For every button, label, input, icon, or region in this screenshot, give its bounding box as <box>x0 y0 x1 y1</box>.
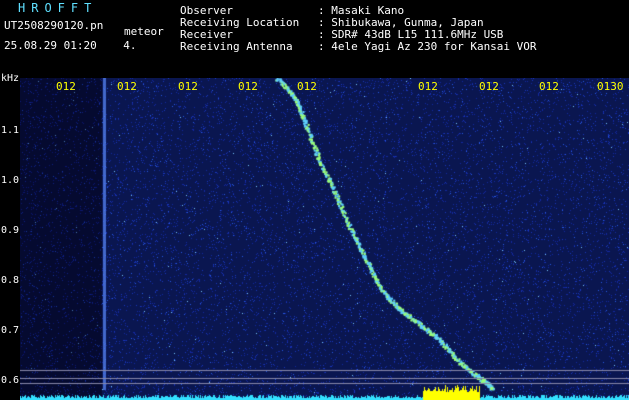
file-datetime: 25.08.29 01:20 4. <box>4 40 136 52</box>
x-tick-2: 012 <box>117 80 137 93</box>
x-tick-5: 012 <box>418 80 438 93</box>
datetime-text: 25.08.29 01:20 <box>4 39 97 52</box>
x-tick-3: 012 <box>238 80 258 93</box>
file-name: UT2508290120.pn <box>4 19 104 32</box>
file-index: 4. <box>123 39 137 52</box>
y-tick-1-1: 1.1 <box>1 125 20 136</box>
x-tick-9: 0130 <box>597 80 624 93</box>
file-type: meteor <box>124 25 164 38</box>
hroft-logo: HROFFT <box>18 1 98 15</box>
x-tick-4: 012 <box>297 80 317 93</box>
y-axis-unit: kHz <box>1 73 20 84</box>
y-tick-0-8: 0.8 <box>1 275 20 286</box>
y-tick-1-0: 1.0 <box>1 175 20 186</box>
info-value-antenna: : 4ele Yagi Az 230 for Kansai VOR <box>318 40 537 53</box>
info-label-antenna: Receiving Antenna <box>180 40 293 53</box>
y-tick-0-7: 0.7 <box>1 325 20 336</box>
x-tick-1: 012 <box>56 80 76 93</box>
x-tick-8: 012 <box>178 80 198 93</box>
x-tick-6: 012 <box>479 80 499 93</box>
y-tick-0-9: 0.9 <box>1 225 20 236</box>
x-tick-7: 012 <box>539 80 559 93</box>
y-tick-0-6: 0.6 <box>1 375 20 386</box>
waterfall-spectrogram <box>20 78 629 400</box>
